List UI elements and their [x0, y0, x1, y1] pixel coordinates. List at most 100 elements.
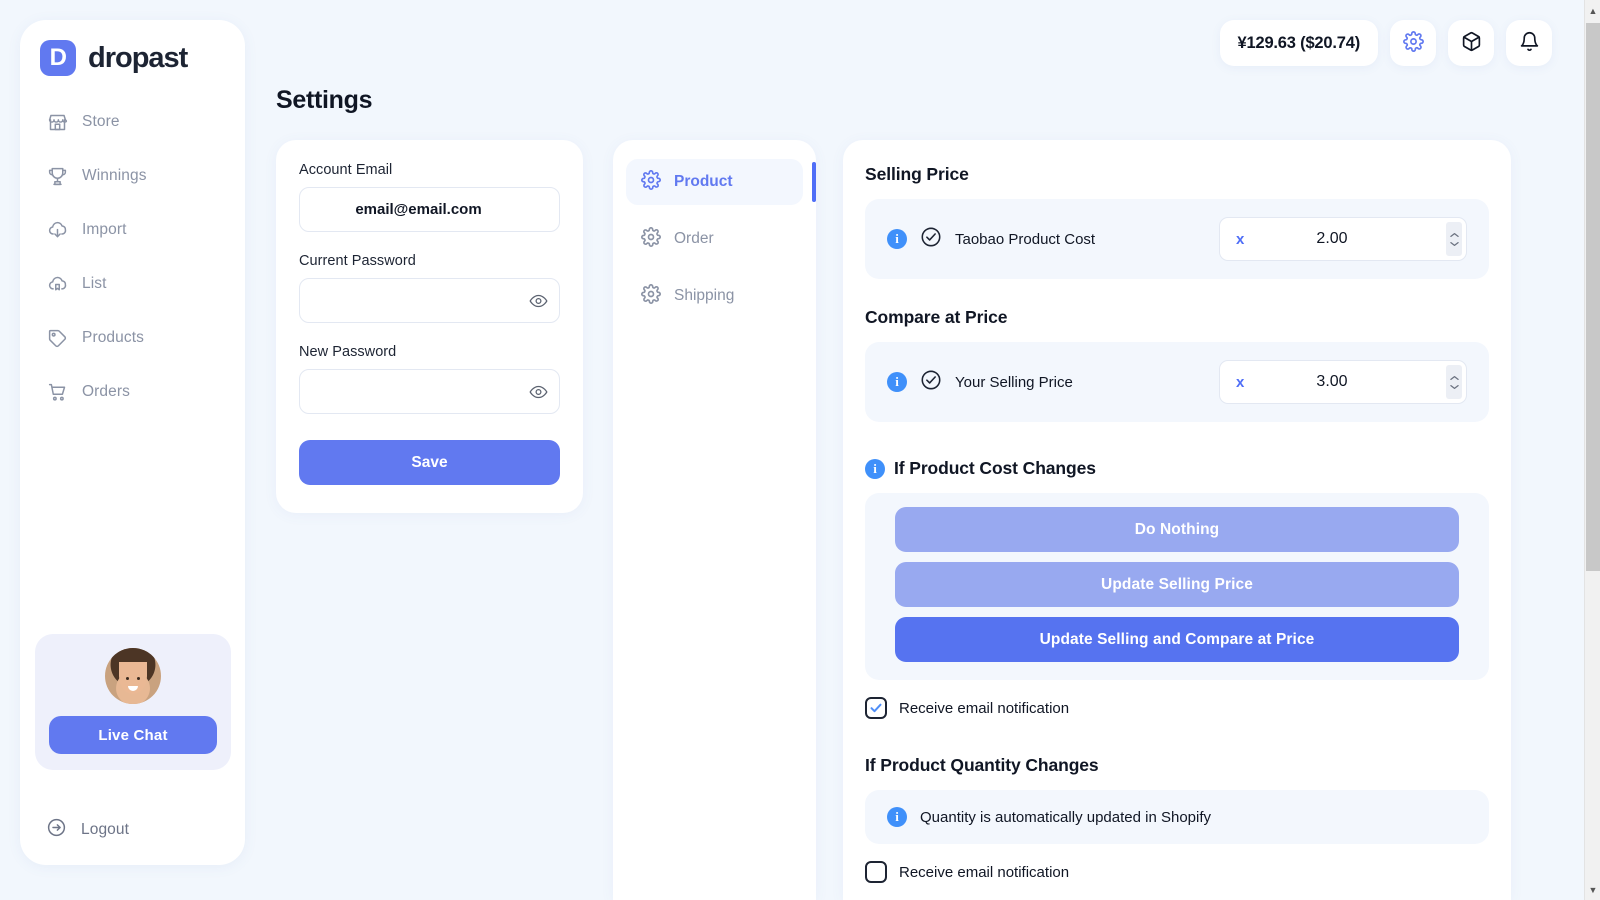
- settings-button[interactable]: [1390, 20, 1436, 66]
- cost-changes-email-label: Receive email notification: [899, 700, 1069, 717]
- check-circle-icon[interactable]: [920, 226, 942, 253]
- multiplier-symbol: x: [1236, 231, 1244, 248]
- cost-changes-title-row: i If Product Cost Changes: [865, 458, 1489, 479]
- brand-mark-icon: D: [40, 40, 76, 76]
- sidebar-item-label: Orders: [82, 383, 130, 401]
- trophy-icon: [46, 165, 68, 187]
- sidebar-item-list[interactable]: List: [20, 264, 245, 304]
- settings-tab-label: Shipping: [674, 287, 734, 305]
- eye-icon: [529, 389, 548, 404]
- quantity-changes-email-checkbox[interactable]: [865, 861, 887, 883]
- toggle-new-password-visibility[interactable]: [529, 382, 548, 401]
- account-email-label: Account Email: [299, 162, 560, 178]
- sidebar-item-label: List: [82, 275, 107, 293]
- selling-price-multiplier-input[interactable]: x 2.00: [1219, 217, 1467, 261]
- info-icon[interactable]: i: [887, 372, 907, 392]
- cost-changes-title: If Product Cost Changes: [894, 458, 1096, 479]
- scroll-up-arrow[interactable]: ▲: [1585, 2, 1600, 19]
- cost-change-option-update-selling-and-compare[interactable]: Update Selling and Compare at Price: [895, 617, 1459, 662]
- info-icon[interactable]: i: [865, 459, 885, 479]
- check-circle-icon[interactable]: [920, 369, 942, 396]
- new-password-field-wrap: [299, 369, 560, 414]
- compare-at-price-multiplier-input[interactable]: x 3.00: [1219, 360, 1467, 404]
- sidebar-item-import[interactable]: Import: [20, 210, 245, 250]
- compare-at-price-basis-label: Your Selling Price: [955, 374, 1073, 391]
- cost-changes-email-notification-row[interactable]: Receive email notification: [865, 697, 1489, 719]
- info-icon[interactable]: i: [887, 229, 907, 249]
- cost-changes-options: Do Nothing Update Selling Price Update S…: [865, 493, 1489, 680]
- gear-icon: [641, 284, 661, 309]
- selling-price-basis-label: Taobao Product Cost: [955, 231, 1095, 248]
- package-button[interactable]: [1448, 20, 1494, 66]
- scrollbar-thumb[interactable]: [1586, 23, 1600, 571]
- scroll-down-arrow[interactable]: ▼: [1585, 881, 1600, 898]
- save-button[interactable]: Save: [299, 440, 560, 485]
- compare-at-price-basis: i Your Selling Price: [887, 369, 1073, 396]
- settings-tab-label: Product: [674, 173, 733, 191]
- page-title: Settings: [276, 86, 372, 115]
- quantity-changes-email-label: Receive email notification: [899, 864, 1069, 881]
- quantity-changes-info: i Quantity is automatically updated in S…: [865, 790, 1489, 844]
- cost-changes-email-checkbox[interactable]: [865, 697, 887, 719]
- gear-icon: [641, 227, 661, 252]
- settings-tab-product[interactable]: Product: [626, 159, 803, 205]
- active-tab-indicator: [812, 162, 816, 202]
- live-chat-button[interactable]: Live Chat: [49, 716, 217, 754]
- current-password-input[interactable]: [299, 278, 560, 323]
- app-root: D dropast Store: [0, 0, 1600, 900]
- logout-label: Logout: [81, 821, 129, 839]
- sidebar-nav: Store Winnings: [20, 102, 245, 412]
- user-panel: Live Chat: [35, 634, 231, 770]
- account-settings-card: Account Email Current Password New Passw…: [276, 140, 583, 513]
- cloud-download-icon: [46, 219, 68, 241]
- balance-display: ¥129.63 ($20.74): [1220, 20, 1378, 66]
- settings-tab-label: Order: [674, 230, 714, 248]
- brand-logo[interactable]: D dropast: [20, 20, 245, 76]
- settings-nav-card: Product Order Shipping: [613, 140, 816, 900]
- sidebar-item-store[interactable]: Store: [20, 102, 245, 142]
- sidebar-item-label: Winnings: [82, 167, 147, 185]
- sidebar: D dropast Store: [20, 20, 245, 865]
- brand-name: dropast: [88, 42, 187, 75]
- quantity-changes-title: If Product Quantity Changes: [865, 755, 1489, 776]
- cart-icon: [46, 381, 68, 403]
- notifications-button[interactable]: [1506, 20, 1552, 66]
- multiplier-symbol: x: [1236, 374, 1244, 391]
- sidebar-item-label: Products: [82, 329, 144, 347]
- logout-button[interactable]: Logout: [46, 817, 129, 843]
- new-password-input[interactable]: [299, 369, 560, 414]
- cost-change-option-update-selling-price[interactable]: Update Selling Price: [895, 562, 1459, 607]
- tag-icon: [46, 327, 68, 349]
- selling-price-rule: i Taobao Product Cost x 2.00: [865, 199, 1489, 279]
- logout-icon: [46, 817, 67, 843]
- compare-at-price-title: Compare at Price: [865, 307, 1489, 328]
- selling-price-stepper[interactable]: [1446, 222, 1462, 256]
- bell-icon: [1519, 31, 1540, 55]
- selling-price-basis: i Taobao Product Cost: [887, 226, 1095, 253]
- selling-price-multiplier-value: 2.00: [1220, 230, 1466, 248]
- sidebar-item-label: Import: [82, 221, 127, 239]
- gear-icon: [1403, 31, 1424, 55]
- sidebar-item-winnings[interactable]: Winnings: [20, 156, 245, 196]
- compare-at-price-rule: i Your Selling Price x 3.00: [865, 342, 1489, 422]
- package-icon: [1461, 31, 1482, 55]
- settings-tab-order[interactable]: Order: [626, 216, 803, 262]
- quantity-changes-info-text: Quantity is automatically updated in Sho…: [920, 809, 1211, 826]
- page-scrollbar[interactable]: ▲ ▼: [1584, 0, 1600, 900]
- product-settings-panel: Selling Price i Taobao Product Cost x 2.…: [843, 140, 1511, 900]
- account-email-input[interactable]: [299, 187, 560, 232]
- avatar: [105, 648, 161, 704]
- settings-tab-shipping[interactable]: Shipping: [626, 273, 803, 319]
- quantity-changes-email-notification-row[interactable]: Receive email notification: [865, 861, 1489, 883]
- new-password-label: New Password: [299, 344, 560, 360]
- compare-at-price-multiplier-value: 3.00: [1220, 373, 1466, 391]
- info-icon[interactable]: i: [887, 807, 907, 827]
- sidebar-item-products[interactable]: Products: [20, 318, 245, 358]
- selling-price-title: Selling Price: [865, 164, 1489, 185]
- toggle-current-password-visibility[interactable]: [529, 291, 548, 310]
- current-password-label: Current Password: [299, 253, 560, 269]
- cost-change-option-do-nothing[interactable]: Do Nothing: [895, 507, 1459, 552]
- compare-at-price-stepper[interactable]: [1446, 365, 1462, 399]
- sidebar-item-orders[interactable]: Orders: [20, 372, 245, 412]
- eye-icon: [529, 298, 548, 313]
